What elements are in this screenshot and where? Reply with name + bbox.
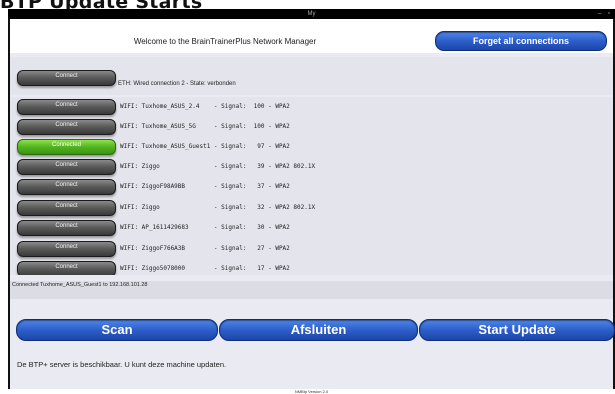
wifi-connect-button[interactable]: Connect [17, 99, 116, 115]
connection-status-text: Connected Tuxhome_ASUS_Guest1 to 192.168… [12, 282, 148, 288]
wifi-info: WIFI: ZiggoF98A9BB - Signal: 37 - WPA2 [120, 183, 290, 190]
window-controls[interactable]: – ▫ [598, 9, 612, 19]
app-window: My – ▫ Welcome to the BrainTrainerPlus N… [8, 9, 615, 394]
scan-button[interactable]: Scan [16, 319, 218, 341]
version-label: NMBtp Version 2.0 [294, 389, 329, 394]
action-bar: Scan Afsluiten Start Update [10, 319, 615, 341]
wifi-info: WIFI: AP_1611429683 - Signal: 30 - WPA2 [120, 224, 290, 231]
wifi-connect-button[interactable]: Connect [17, 261, 116, 275]
wifi-info: WIFI: Ziggo - Signal: 32 - WPA2 802.1X [120, 204, 316, 211]
wifi-connect-button[interactable]: Connect [17, 241, 116, 257]
server-status-message: De BTP+ server is beschikbaar. U kunt de… [17, 360, 227, 369]
wifi-row: Connect WIFI: Ziggo - Signal: 39 - WPA2 … [10, 159, 613, 179]
window-title: My [307, 11, 316, 17]
network-manager: Welcome to the BrainTrainerPlus Network … [10, 19, 615, 394]
wifi-info: WIFI: Ziggo5078000 - Signal: 17 - WPA2 [120, 265, 290, 272]
wifi-info: WIFI: Tuxhome_ASUS_5G - Signal: 100 - WP… [120, 123, 290, 130]
ethernet-connect-button[interactable]: Connect [17, 70, 116, 86]
wifi-row: Connected WIFI: Tuxhome_ASUS_Guest1 - Si… [10, 139, 613, 159]
wifi-connect-button[interactable]: Connect [17, 119, 116, 135]
wifi-info: WIFI: Tuxhome_ASUS_Guest1 - Signal: 97 -… [120, 143, 290, 150]
wifi-row: Connect WIFI: ZiggoF98A9BB - Signal: 37 … [10, 179, 613, 199]
wifi-connect-button[interactable]: Connect [17, 200, 116, 216]
wifi-row: Connect WIFI: Tuxhome_ASUS_2.4 - Signal:… [10, 99, 613, 119]
ethernet-row: Connect ETH: Wired connection 2 - State:… [10, 70, 613, 90]
wifi-row: Connect WIFI: Tuxhome_ASUS_5G - Signal: … [10, 119, 613, 139]
wifi-connect-button[interactable]: Connect [17, 220, 116, 236]
wifi-info: WIFI: ZiggoF766A3B - Signal: 27 - WPA2 [120, 245, 290, 252]
header: Welcome to the BrainTrainerPlus Network … [10, 19, 613, 53]
ethernet-panel: Connect ETH: Wired connection 2 - State:… [10, 57, 613, 95]
wifi-info: WIFI: Tuxhome_ASUS_2.4 - Signal: 100 - W… [120, 103, 290, 110]
welcome-text: Welcome to the BrainTrainerPlus Network … [133, 37, 317, 46]
afsluiten-button[interactable]: Afsluiten [219, 319, 418, 341]
window-titlebar: My – ▫ [8, 9, 615, 19]
wifi-row: Connect WIFI: AP_1611429683 - Signal: 30… [10, 220, 613, 240]
wifi-connect-button[interactable]: Connect [17, 179, 116, 195]
wifi-list[interactable]: Connect WIFI: Tuxhome_ASUS_2.4 - Signal:… [10, 97, 613, 275]
forget-all-connections-button[interactable]: Forget all connections [435, 31, 607, 51]
start-update-button[interactable]: Start Update [419, 319, 615, 341]
ethernet-label: ETH: Wired connection 2 - State: verbond… [118, 81, 236, 87]
connection-status-bar: Connected Tuxhome_ASUS_Guest1 to 192.168… [10, 281, 613, 299]
wifi-row: Connect WIFI: Ziggo5078000 - Signal: 17 … [10, 261, 613, 275]
wifi-connected-button[interactable]: Connected [17, 139, 116, 155]
wifi-row: Connect WIFI: Ziggo - Signal: 32 - WPA2 … [10, 200, 613, 220]
wifi-row: Connect WIFI: ZiggoF766A3B - Signal: 27 … [10, 241, 613, 261]
wifi-info: WIFI: Ziggo - Signal: 39 - WPA2 802.1X [120, 163, 316, 170]
wifi-connect-button[interactable]: Connect [17, 159, 116, 175]
